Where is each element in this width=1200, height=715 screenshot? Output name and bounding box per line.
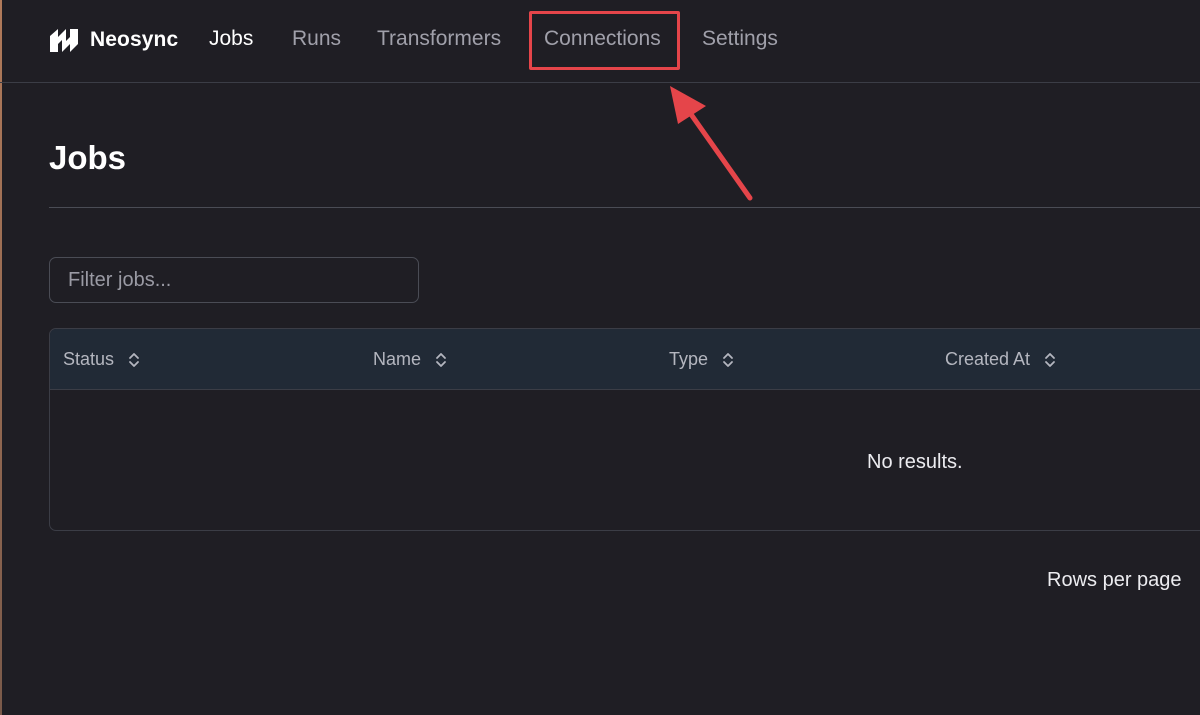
nav-jobs[interactable]: Jobs — [209, 27, 253, 51]
brand-name[interactable]: Neosync — [90, 28, 178, 52]
neosync-logo-icon[interactable] — [48, 27, 80, 53]
page-title: Jobs — [49, 139, 127, 176]
filter-jobs-input[interactable] — [49, 257, 419, 303]
column-header-status[interactable]: Status — [63, 349, 140, 370]
column-label-created-at: Created At — [945, 349, 1031, 369]
column-header-name[interactable]: Name — [373, 349, 447, 370]
nav-runs[interactable]: Runs — [292, 27, 341, 51]
connections-highlight-box — [529, 11, 680, 70]
annotation-arrow-icon — [670, 86, 753, 201]
column-label-name: Name — [373, 349, 422, 369]
sort-chevrons-icon[interactable] — [1044, 351, 1056, 369]
empty-state-message: No results. — [867, 451, 963, 473]
rows-per-page-label: Rows per page — [1047, 569, 1182, 591]
column-header-type[interactable]: Type — [669, 349, 734, 370]
jobs-table: Status Name Type Created At No results. — [49, 328, 1200, 531]
column-label-type: Type — [669, 349, 709, 369]
table-header-row: Status Name Type Created At — [50, 329, 1200, 390]
sort-chevrons-icon[interactable] — [128, 351, 140, 369]
window-edge — [0, 0, 2, 715]
column-header-created-at[interactable]: Created At — [945, 349, 1056, 370]
nav-transformers[interactable]: Transformers — [377, 27, 501, 51]
sort-chevrons-icon[interactable] — [435, 351, 447, 369]
column-label-status: Status — [63, 349, 115, 369]
title-divider — [49, 207, 1200, 208]
nav-settings[interactable]: Settings — [702, 27, 778, 51]
sort-chevrons-icon[interactable] — [722, 351, 734, 369]
